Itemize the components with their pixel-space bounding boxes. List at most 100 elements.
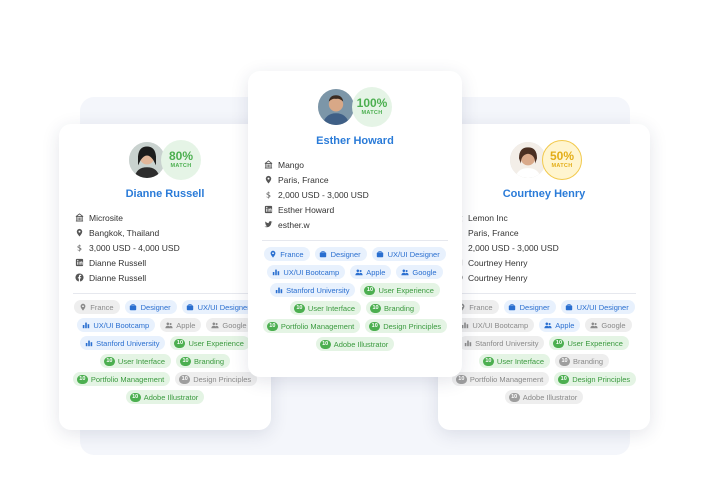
skill-level-badge: 10 [369,321,381,331]
skill-chip[interactable]: 10 User Experience [170,336,250,350]
candidate-name[interactable]: Dianne Russell [59,188,271,200]
skill-chip[interactable]: 10 Design Principles [365,319,448,333]
detail-text: Mango [278,159,304,170]
divider [262,240,448,241]
candidate-card-esther[interactable]: 100% MATCH Esther Howard Mango Paris, Fra… [248,71,462,377]
chart-icon [81,321,90,330]
detail-row: esther.w [262,217,462,232]
candidate-name[interactable]: Esther Howard [248,135,462,147]
tag-chip[interactable]: France [264,247,310,261]
tag-chip[interactable]: UX/UI Designer [371,247,446,261]
candidate-card-dianne[interactable]: 80% MATCH Dianne Russell Microsite Bangko… [59,124,271,430]
tag-chip[interactable]: UX/UI Bootcamp [267,265,346,279]
tag-chip[interactable]: Google [585,318,632,332]
tag-chip[interactable]: Apple [160,318,202,332]
detail-row: Lemon Inc [452,210,650,225]
skill-chip[interactable]: 10 Adobe Illustrator [125,390,205,404]
detail-row: Mango [262,157,462,172]
chip-label: Portfolio Management [280,321,355,331]
detail-text: Paris, France [278,174,329,185]
chip-label: UX/UI Designer [197,302,250,312]
tag-list: France Designer UX/UI Designer UX/UI Bootca… [438,300,650,404]
skill-level-badge: 10 [174,338,186,348]
chip-label: Adobe Illustrator [333,339,389,349]
card-header: 80% MATCH [59,138,271,186]
chart-icon [463,339,472,348]
chip-label: Designer [519,302,550,312]
detail-text: Esther Howard [278,204,335,215]
chip-label: Design Principles [383,321,442,331]
chip-label: Google [412,267,437,277]
skill-level-badge: 10 [482,356,494,366]
chip-label: UX/UI Bootcamp [472,320,529,330]
chart-icon [274,286,283,295]
tag-chip[interactable]: France [74,300,120,314]
skill-level-badge: 10 [266,321,278,331]
chip-label: Designer [330,249,361,259]
skill-chip[interactable]: 10 Design Principles [175,372,258,386]
dollar-icon: $ [73,242,85,254]
pin-icon [73,227,85,239]
detail-row: Esther Howard [262,202,462,217]
tag-chip[interactable]: Apple [350,265,392,279]
details-list: Mango Paris, France $2,000 USD - 3,000 USD… [262,157,462,232]
linkedin-icon [73,257,85,269]
pin-icon [78,303,87,312]
tag-chip[interactable]: UX/UI Bootcamp [77,318,156,332]
skill-level-badge: 10 [364,285,376,295]
chip-label: Google [222,320,247,330]
tag-chip[interactable]: Designer [314,247,367,261]
skill-level-badge: 10 [370,303,382,313]
tag-chip[interactable]: Apple [539,318,581,332]
chip-label: Branding [573,356,604,366]
match-label: MATCH [361,110,383,116]
detail-text: esther.w [278,219,310,230]
skill-chip[interactable]: 10 Adobe Illustrator [315,337,395,351]
building-icon [262,159,274,171]
detail-row: Courtney Henry [452,255,650,270]
facebook-icon [73,272,85,284]
skill-level-badge: 10 [293,303,305,313]
chip-label: UX/UI Designer [576,302,629,312]
chip-label: France [280,249,304,259]
detail-row: Paris, France [452,225,650,240]
tag-chip[interactable]: Google [396,265,443,279]
skill-chip[interactable]: 10 User Interface [99,354,172,368]
divider [73,293,257,294]
skill-chip[interactable]: 10 Branding [555,354,610,368]
candidate-card-courtney[interactable]: 50% MATCH Courtney Henry Lemon Inc Paris,… [438,124,650,430]
tag-chip[interactable]: Stanford University [270,283,356,297]
skill-chip[interactable]: 10 Portfolio Management [72,372,171,386]
tag-chip[interactable]: Stanford University [459,336,545,350]
tag-chip[interactable]: UX/UI Bootcamp [456,318,535,332]
skill-chip[interactable]: 10 User Experience [360,283,440,297]
people-icon [164,321,173,330]
tag-chip[interactable]: Google [206,318,253,332]
briefcase-icon [376,250,385,259]
tag-chip[interactable]: UX/UI Designer [560,300,635,314]
briefcase-icon [565,303,574,312]
match-score-badge: 80% MATCH [161,140,201,180]
tag-chip[interactable]: UX/UI Designer [181,300,256,314]
match-score-badge: 100% MATCH [352,87,392,127]
tag-chip[interactable]: Stanford University [80,336,166,350]
building-icon [73,212,85,224]
skill-chip[interactable]: 10 Portfolio Management [451,372,550,386]
skill-chip[interactable]: 10 Portfolio Management [262,319,361,333]
candidate-name[interactable]: Courtney Henry [438,188,650,200]
chip-label: France [90,302,114,312]
detail-text: Paris, France [468,227,519,238]
skill-chip[interactable]: 10 User Interface [478,354,551,368]
tag-chip[interactable]: Designer [124,300,177,314]
skill-chip[interactable]: 10 Branding [176,354,231,368]
tag-list: France Designer UX/UI Designer UX/UI Bootca… [248,247,462,351]
skill-chip[interactable]: 10 Design Principles [554,372,637,386]
skill-chip[interactable]: 10 User Interface [289,301,362,315]
match-percent: 100% [356,96,388,110]
detail-row: Courtney Henry [452,270,650,285]
tag-chip[interactable]: Designer [503,300,556,314]
skill-chip[interactable]: 10 Branding [366,301,421,315]
skill-chip[interactable]: 10 User Experience [549,336,629,350]
skill-chip[interactable]: 10 Adobe Illustrator [504,390,584,404]
chip-label: User Interface [307,303,356,313]
